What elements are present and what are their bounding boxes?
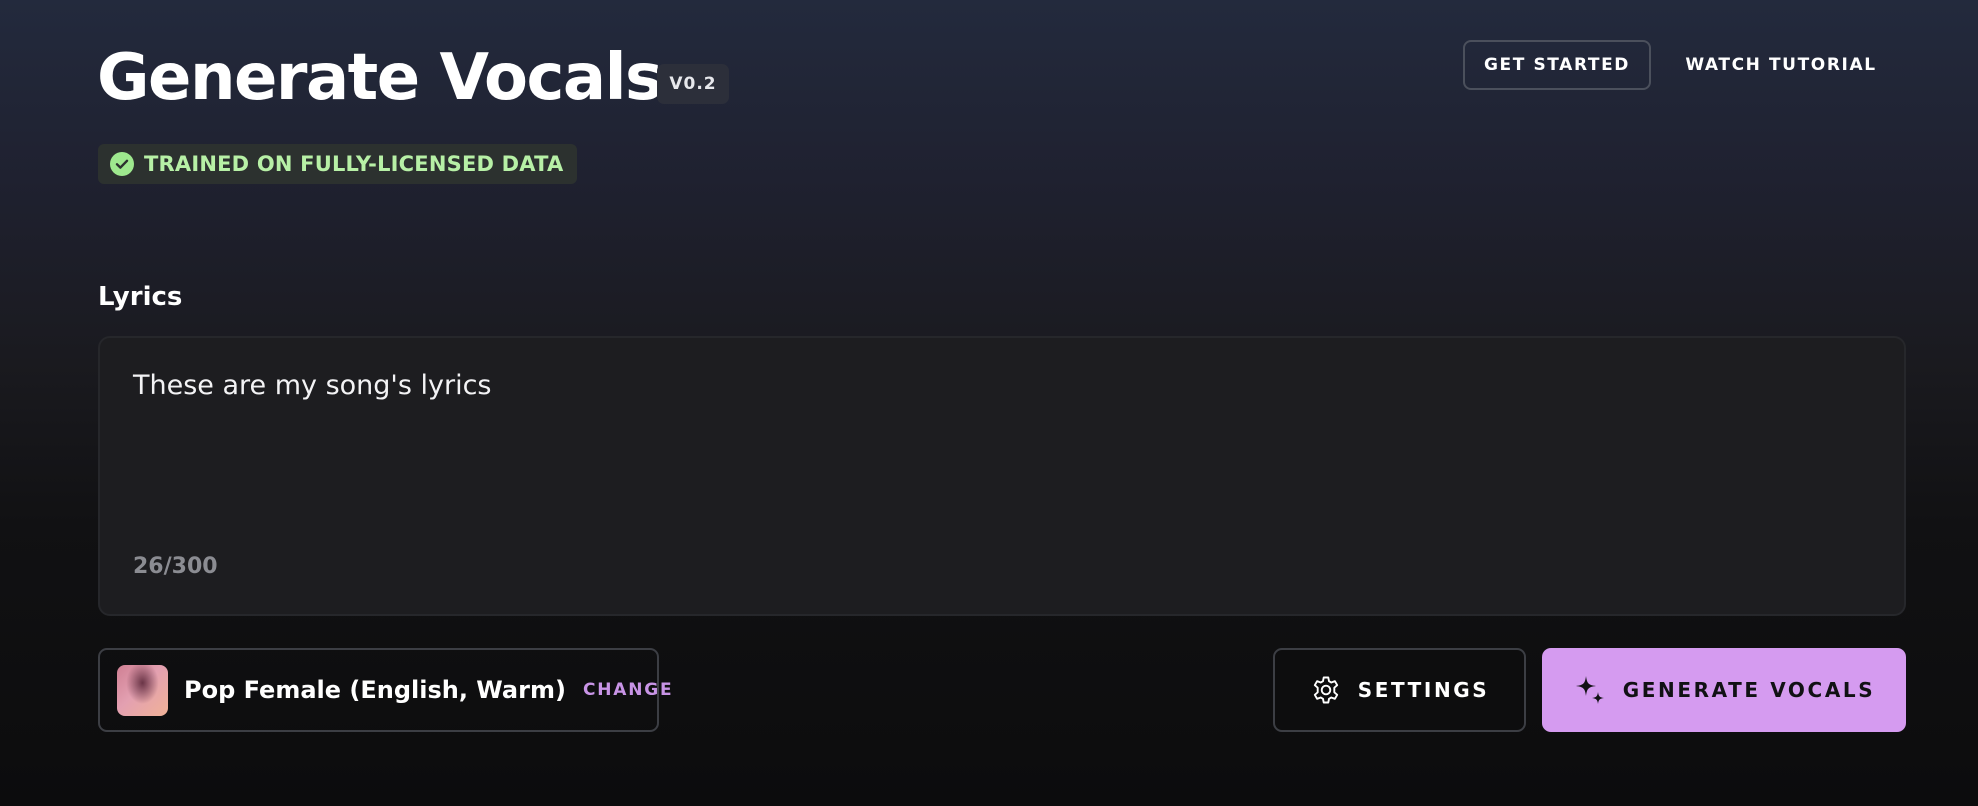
licensed-data-badge: TRAINED ON FULLY-LICENSED DATA — [98, 144, 578, 184]
change-voice-link[interactable]: CHANGE — [583, 680, 673, 700]
licensed-data-label: TRAINED ON FULLY-LICENSED DATA — [144, 152, 564, 176]
voice-selector[interactable]: Pop Female (English, Warm) CHANGE — [98, 648, 672, 732]
lyrics-character-count: 26/300 — [133, 554, 218, 579]
voice-avatar — [117, 664, 168, 716]
page-title: Generate Vocals — [97, 41, 663, 115]
lyrics-textarea[interactable]: These are my song's lyrics 26/300 — [98, 336, 1906, 616]
lyrics-text[interactable]: These are my song's lyrics — [133, 370, 492, 401]
generate-vocals-button[interactable]: GENERATE VOCALS — [1542, 648, 1906, 732]
settings-button[interactable]: SETTINGS — [1273, 648, 1526, 732]
get-started-button[interactable]: GET STARTED — [1463, 40, 1651, 90]
voice-name: Pop Female (English, Warm) — [184, 676, 566, 704]
generate-vocals-label: GENERATE VOCALS — [1622, 678, 1876, 702]
watch-tutorial-button[interactable]: WATCH TUTORIAL — [1676, 40, 1886, 90]
version-badge: V0.2 — [657, 64, 729, 104]
sparkle-icon — [1575, 676, 1604, 704]
check-circle-icon — [110, 152, 134, 176]
settings-label: SETTINGS — [1357, 678, 1490, 702]
gear-icon — [1313, 676, 1338, 704]
lyrics-label: Lyrics — [98, 282, 183, 312]
